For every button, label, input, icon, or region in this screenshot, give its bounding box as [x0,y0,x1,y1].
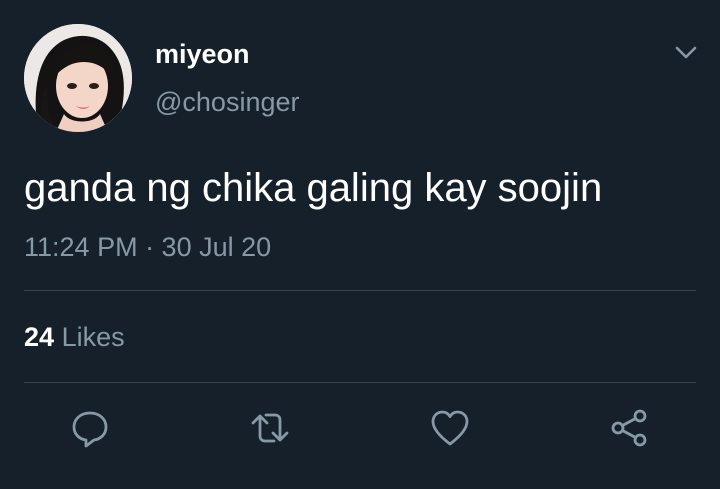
avatar-image [24,24,132,132]
reply-icon[interactable] [68,406,112,450]
tweet-text: ganda ng chika galing kay soojin [24,166,603,210]
share-icon[interactable] [608,406,652,450]
display-name[interactable]: miyeon [155,38,250,70]
tweet-timestamp[interactable]: 11:24 PM · 30 Jul 20 [24,230,271,264]
likes-stat[interactable]: 24 Likes [24,320,125,354]
chevron-down-icon[interactable] [670,36,702,68]
likes-label: Likes [61,322,125,352]
like-icon[interactable] [428,406,472,450]
divider [24,290,696,291]
likes-count: 24 [24,322,55,352]
user-handle[interactable]: @chosinger [155,86,299,118]
avatar[interactable] [24,24,132,132]
retweet-icon[interactable] [248,406,292,450]
divider [24,382,696,383]
